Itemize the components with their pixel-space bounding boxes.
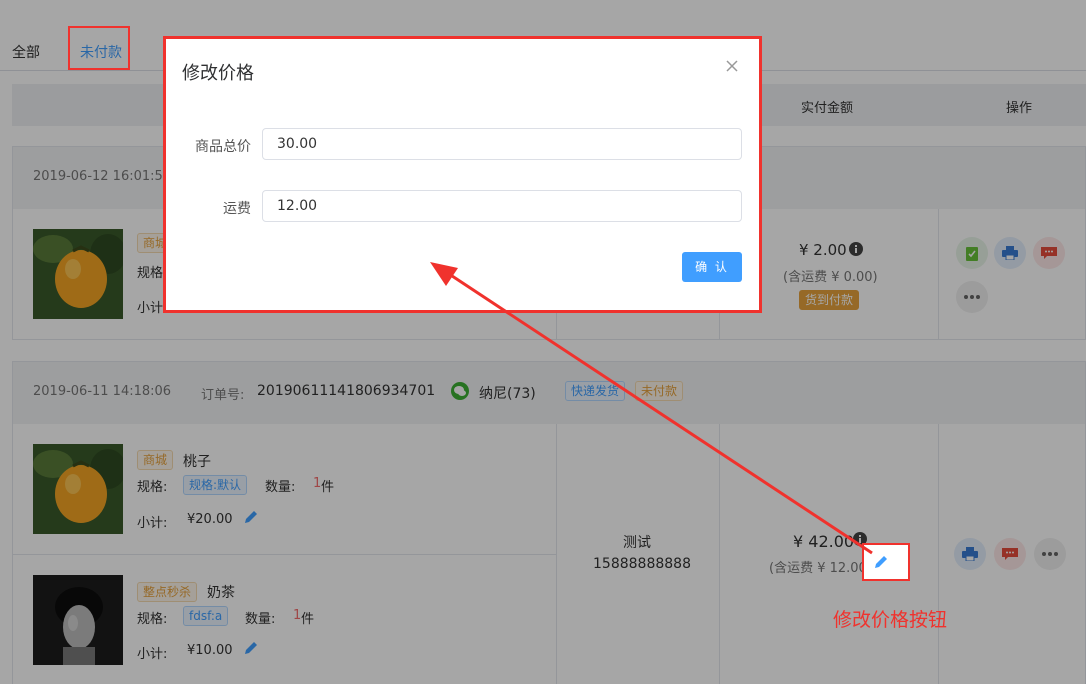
annotation-arrow [430, 262, 873, 555]
annotation-label: 修改价格按钮 [833, 609, 948, 631]
